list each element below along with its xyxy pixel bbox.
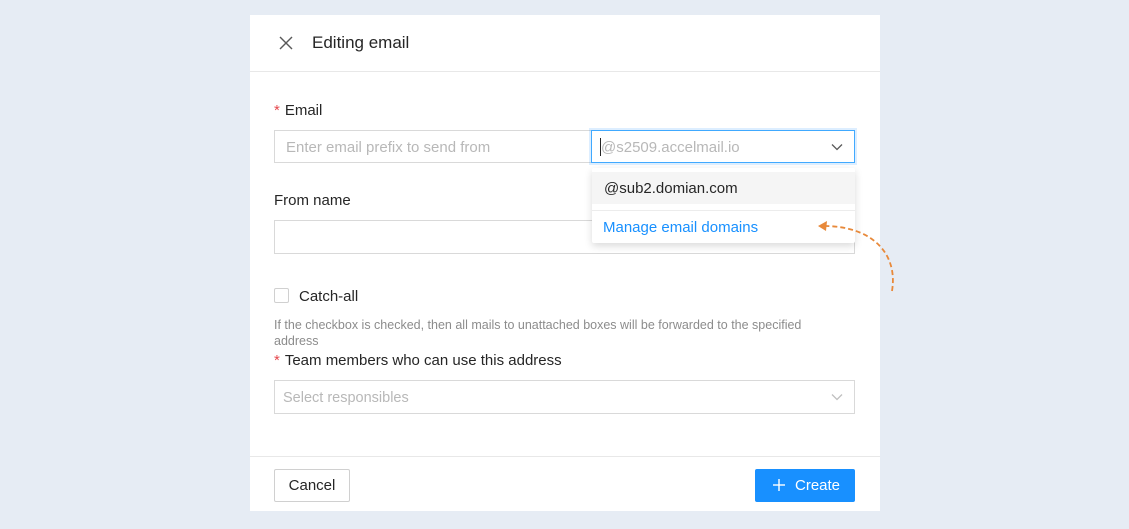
email-prefix-placeholder: Enter email prefix to send from xyxy=(286,139,491,156)
create-button[interactable]: Create xyxy=(755,469,855,502)
email-prefix-input[interactable]: Enter email prefix to send from xyxy=(274,130,592,163)
email-label: * Email xyxy=(274,102,323,119)
dialog-title: Editing email xyxy=(312,33,410,52)
cancel-button[interactable]: Cancel xyxy=(274,469,350,502)
responsibles-select[interactable]: Select responsibles xyxy=(274,380,855,414)
plus-icon xyxy=(773,479,785,491)
required-mark: * xyxy=(274,102,280,119)
annotation-arrow xyxy=(818,221,894,292)
create-button-label: Create xyxy=(795,477,841,494)
dropdown-divider xyxy=(592,210,855,211)
domain-option[interactable]: @sub2.domian.com xyxy=(592,172,855,204)
chevron-down-icon xyxy=(831,144,843,151)
dialog-header: Editing email xyxy=(250,15,880,72)
edit-email-dialog: Editing email * Email Enter email prefix … xyxy=(250,15,880,511)
required-mark: * xyxy=(274,352,280,369)
catch-all-checkbox[interactable] xyxy=(274,288,289,303)
team-members-label: * Team members who can use this address xyxy=(274,352,562,369)
email-domain-select[interactable]: @s2509.accelmail.io xyxy=(591,130,855,163)
from-name-label: From name xyxy=(274,192,351,209)
dialog-footer: Cancel Create xyxy=(250,456,880,512)
catch-all-label: Catch-all xyxy=(299,288,359,305)
manage-email-domains-link[interactable]: Manage email domains xyxy=(603,219,758,236)
close-icon[interactable] xyxy=(275,32,297,54)
email-domain-placeholder: @s2509.accelmail.io xyxy=(601,139,740,156)
catch-all-hint: If the checkbox is checked, then all mai… xyxy=(274,318,802,348)
responsibles-placeholder: Select responsibles xyxy=(283,390,409,406)
chevron-down-icon xyxy=(831,394,843,401)
